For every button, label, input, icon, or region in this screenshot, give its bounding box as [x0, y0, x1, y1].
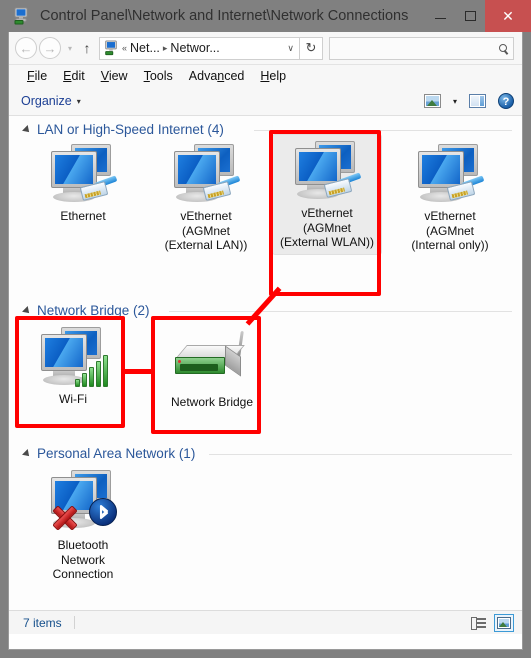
- breadcrumb-overflow-icon[interactable]: «: [122, 43, 127, 53]
- group-header-bridge-label: Network Bridge (2): [37, 303, 150, 318]
- explorer-window: Control Panel\Network and Internet\Netwo…: [0, 0, 531, 658]
- menu-help[interactable]: Help: [252, 69, 294, 83]
- breadcrumb[interactable]: « Net... ▸ Networ... ∨: [99, 36, 300, 60]
- connection-tile-network-bridge[interactable]: Network Bridge: [157, 321, 267, 410]
- menu-advanced[interactable]: Advanced: [181, 69, 253, 83]
- group-rule-pan: [209, 454, 512, 455]
- connection-tile-wi-fi[interactable]: Wi-Fi: [21, 321, 125, 407]
- view-chevron-down-icon[interactable]: ▾: [453, 97, 457, 106]
- recent-locations-chevron-down-icon[interactable]: ▾: [63, 44, 77, 53]
- large-icons-view-icon: [497, 616, 511, 629]
- search-input[interactable]: [329, 36, 514, 60]
- preview-pane-icon[interactable]: [469, 94, 486, 108]
- search-icon: [499, 44, 507, 52]
- bluetooth-adapter-disconnected-icon: [47, 470, 119, 532]
- breadcrumb-item-2[interactable]: Networ...: [170, 41, 219, 55]
- group-header-lan-label: LAN or High-Speed Internet (4): [37, 122, 224, 137]
- picture-view-icon[interactable]: [423, 94, 441, 108]
- connection-tile-vethernet-internal-only[interactable]: vEthernet (AGMnet (Internal only)): [400, 138, 500, 253]
- refresh-button[interactable]: ↻: [300, 36, 323, 60]
- maximize-button[interactable]: [455, 0, 485, 32]
- connection-label: vEthernet (AGMnet (Internal only)): [411, 209, 489, 252]
- group-header-bridge[interactable]: Network Bridge (2): [22, 303, 150, 318]
- chevron-down-icon: ▾: [76, 96, 81, 106]
- window-controls: ✕: [425, 0, 531, 32]
- up-button[interactable]: ↑: [77, 40, 97, 56]
- maximize-icon: [464, 11, 476, 21]
- collapse-triangle-icon: [22, 124, 32, 135]
- menu-bar: File Edit View Tools Advanced Help: [9, 65, 522, 87]
- group-header-lan[interactable]: LAN or High-Speed Internet (4): [22, 122, 224, 137]
- close-button[interactable]: ✕: [485, 0, 531, 32]
- back-button[interactable]: ←: [15, 37, 37, 59]
- network-connections-icon: [12, 7, 30, 25]
- large-icons-view-button[interactable]: [494, 613, 514, 632]
- connection-label: Network Bridge: [170, 395, 254, 409]
- wireless-adapter-icon: [37, 327, 109, 389]
- breadcrumb-network-icon: [103, 40, 119, 56]
- collapse-triangle-icon: [22, 305, 32, 316]
- menu-file[interactable]: File: [19, 69, 55, 83]
- details-view-icon: [470, 617, 486, 630]
- organize-button[interactable]: Organize ▾: [21, 94, 81, 108]
- toolbar-right-group: ▾ ?: [423, 93, 514, 109]
- view-mode-buttons: [468, 613, 514, 632]
- group-rule-lan: [254, 130, 512, 131]
- annotation-connector-bridge-to-wlan: [245, 286, 282, 326]
- connections-list: LAN or High-Speed Internet (4) Ethernet: [9, 116, 522, 610]
- details-view-button[interactable]: [468, 614, 488, 632]
- network-bridge-device-icon: [173, 330, 251, 387]
- connection-tile-vethernet-external-lan[interactable]: vEthernet (AGMnet (External LAN)): [156, 138, 256, 253]
- command-toolbar: Organize ▾ ▾ ?: [9, 87, 522, 116]
- breadcrumb-chevron-down-icon[interactable]: ∨: [287, 43, 296, 54]
- status-bar: 7 items: [9, 610, 522, 634]
- connection-label: Bluetooth Network Connection: [52, 538, 114, 581]
- connection-label: Wi-Fi: [59, 392, 87, 406]
- lan-adapter-icon: [291, 141, 363, 203]
- connection-tile-bluetooth-network-connection[interactable]: Bluetooth Network Connection: [33, 464, 133, 582]
- annotation-connector-wifi-to-bridge: [123, 369, 153, 374]
- lan-adapter-icon: [47, 144, 119, 206]
- connection-tile-vethernet-external-wlan[interactable]: vEthernet (AGMnet (External WLAN)): [272, 134, 382, 255]
- lan-adapter-icon: [170, 144, 242, 206]
- minimize-icon: [434, 18, 446, 19]
- menu-edit[interactable]: Edit: [55, 69, 93, 83]
- bluetooth-icon: [89, 498, 117, 526]
- collapse-triangle-icon: [22, 448, 32, 459]
- disconnected-x-icon: [49, 502, 79, 532]
- address-bar: ← → ▾ ↑ « Net... ▸ Networ... ∨ ↻: [9, 32, 522, 65]
- group-header-pan[interactable]: Personal Area Network (1): [22, 446, 196, 461]
- connection-label: vEthernet (AGMnet (External WLAN)): [279, 206, 374, 249]
- status-divider: [73, 616, 75, 629]
- group-rule-bridge: [169, 311, 512, 312]
- help-icon[interactable]: ?: [498, 93, 514, 109]
- menu-view[interactable]: View: [93, 69, 136, 83]
- connection-label: vEthernet (AGMnet (External LAN)): [164, 209, 248, 252]
- organize-label: Organize: [21, 94, 72, 108]
- window-client-area: ← → ▾ ↑ « Net... ▸ Networ... ∨ ↻ File Ed…: [8, 32, 523, 650]
- forward-button[interactable]: →: [39, 37, 61, 59]
- window-title: Control Panel\Network and Internet\Netwo…: [40, 8, 409, 24]
- connection-tile-ethernet[interactable]: Ethernet: [33, 138, 133, 224]
- breadcrumb-separator-icon[interactable]: ▸: [163, 43, 168, 54]
- breadcrumb-item-1[interactable]: Net...: [130, 41, 160, 55]
- group-header-pan-label: Personal Area Network (1): [37, 446, 196, 461]
- minimize-button[interactable]: [425, 0, 455, 32]
- connection-label: Ethernet: [60, 209, 106, 223]
- lan-adapter-icon: [414, 144, 486, 206]
- menu-tools[interactable]: Tools: [136, 69, 181, 83]
- title-bar: Control Panel\Network and Internet\Netwo…: [0, 0, 531, 32]
- item-count-label: 7 items: [23, 615, 62, 630]
